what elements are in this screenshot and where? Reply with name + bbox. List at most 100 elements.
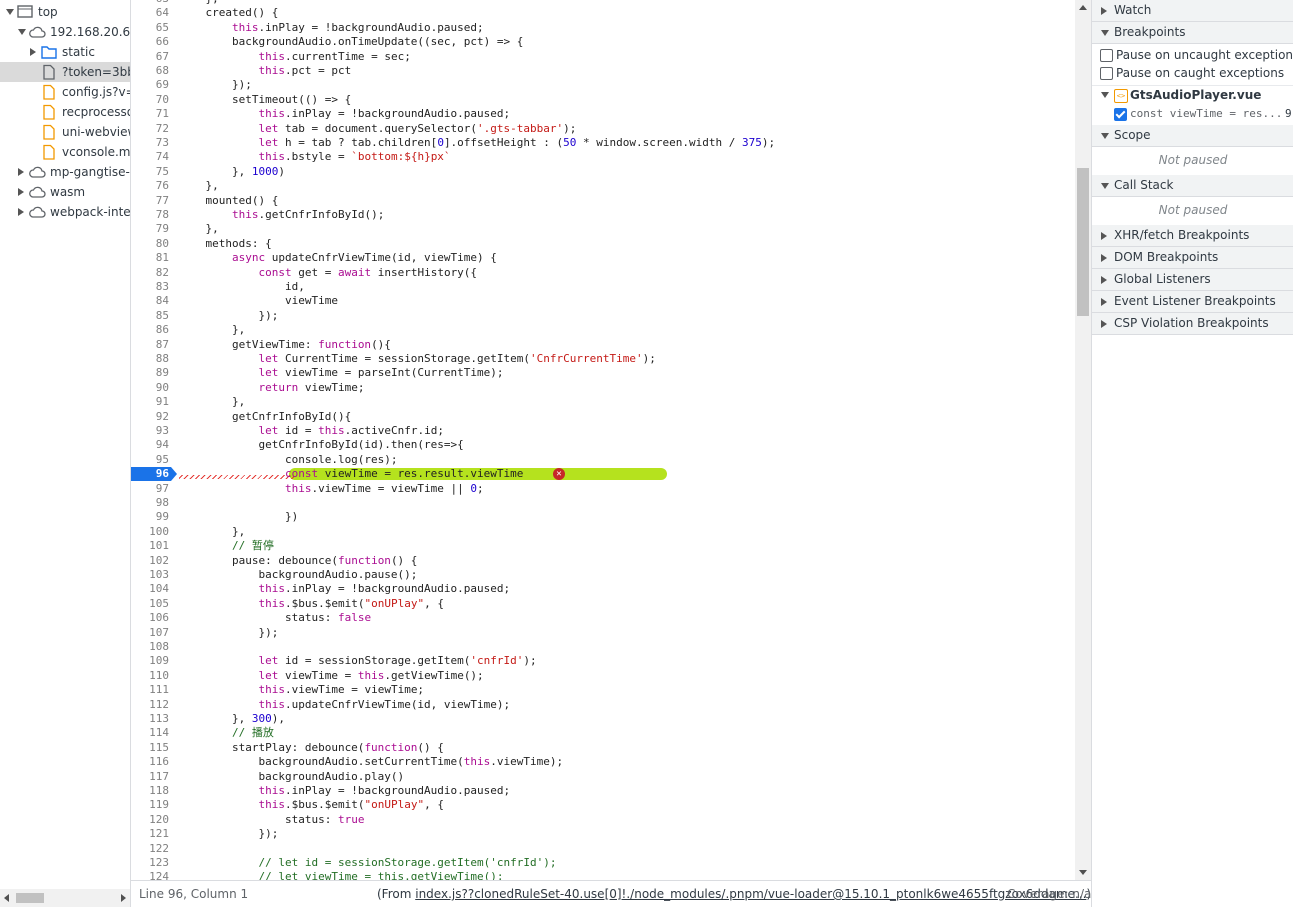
chevron-down-icon[interactable] [6, 9, 14, 15]
scope-section-header[interactable]: Scope [1092, 125, 1293, 147]
code-line[interactable]: 119 this.$bus.$emit("onUPlay", { [131, 798, 1075, 812]
line-number[interactable]: 84 [131, 294, 169, 308]
scroll-up-icon[interactable] [1079, 5, 1087, 10]
code-line[interactable]: 112 this.updateCnfrViewTime(id, viewTime… [131, 698, 1075, 712]
source-editor[interactable]: 63 },64 created() {65 this.inPlay = !bac… [131, 0, 1075, 880]
line-number[interactable]: 72 [131, 122, 169, 136]
navigator-item[interactable]: config.js?v=( [0, 82, 130, 102]
scroll-right-icon[interactable] [121, 894, 126, 902]
scrollbar-thumb[interactable] [1077, 168, 1089, 316]
navigator-scrollbar[interactable] [0, 889, 130, 907]
code-line[interactable]: 77 mounted() { [131, 194, 1075, 208]
code-line[interactable]: 92 getCnfrInfoById(){ [131, 410, 1075, 424]
scroll-left-icon[interactable] [4, 894, 9, 902]
navigator-item[interactable]: 192.168.20.64:8 [0, 22, 130, 42]
line-number[interactable]: 90 [131, 381, 169, 395]
global-listeners-header[interactable]: Global Listeners [1092, 269, 1293, 291]
line-number[interactable]: 121 [131, 827, 169, 841]
xhr-breakpoints-header[interactable]: XHR/fetch Breakpoints [1092, 225, 1293, 247]
navigator-item[interactable]: vconsole.min [0, 142, 130, 162]
line-number[interactable]: 86 [131, 323, 169, 337]
line-number[interactable]: 85 [131, 309, 169, 323]
line-number[interactable]: 96 [131, 467, 169, 481]
code-line[interactable]: 107 }); [131, 626, 1075, 640]
code-line[interactable]: 106 status: false [131, 611, 1075, 625]
editor-scrollbar[interactable] [1075, 0, 1091, 880]
line-number[interactable]: 67 [131, 50, 169, 64]
scroll-down-icon[interactable] [1079, 870, 1087, 875]
navigator-item[interactable]: webpack-interr [0, 202, 130, 222]
code-line[interactable]: 89 let viewTime = parseInt(CurrentTime); [131, 366, 1075, 380]
code-line[interactable]: 111 this.viewTime = viewTime; [131, 683, 1075, 697]
line-number[interactable]: 71 [131, 107, 169, 121]
code-line[interactable]: 88 let CurrentTime = sessionStorage.getI… [131, 352, 1075, 366]
code-line[interactable]: 83 id, [131, 280, 1075, 294]
chevron-right-icon[interactable] [18, 208, 24, 216]
code-line[interactable]: 110 let viewTime = this.getViewTime(); [131, 669, 1075, 683]
line-number[interactable]: 78 [131, 208, 169, 222]
breakpoints-section-header[interactable]: Breakpoints [1092, 22, 1293, 44]
code-line[interactable]: 76 }, [131, 179, 1075, 193]
line-number[interactable]: 83 [131, 280, 169, 294]
code-line[interactable]: 94 getCnfrInfoById(id).then(res=>{ [131, 438, 1075, 452]
code-line[interactable]: 113 }, 300), [131, 712, 1075, 726]
line-number[interactable]: 98 [131, 496, 169, 510]
line-number[interactable]: 68 [131, 64, 169, 78]
code-line[interactable]: 104 this.inPlay = !backgroundAudio.pause… [131, 582, 1075, 596]
navigator-item[interactable]: wasm [0, 182, 130, 202]
code-line[interactable]: 64 created() { [131, 6, 1075, 20]
line-number[interactable]: 69 [131, 78, 169, 92]
line-number[interactable]: 117 [131, 770, 169, 784]
line-number[interactable]: 113 [131, 712, 169, 726]
code-line[interactable]: 118 this.inPlay = !backgroundAudio.pause… [131, 784, 1075, 798]
code-line[interactable]: 70 setTimeout(() => { [131, 93, 1075, 107]
pause-caught-checkbox[interactable] [1100, 67, 1113, 80]
code-line[interactable]: 98 [131, 496, 1075, 510]
code-line[interactable]: 96 const viewTime = res.result.viewTime ✕ [131, 467, 1075, 482]
code-line[interactable]: 67 this.currentTime = sec; [131, 50, 1075, 64]
code-line[interactable]: 66 backgroundAudio.onTimeUpdate((sec, pc… [131, 35, 1075, 49]
code-line[interactable]: 121 }); [131, 827, 1075, 841]
line-number[interactable]: 106 [131, 611, 169, 625]
chevron-right-icon[interactable] [30, 48, 36, 56]
code-line[interactable]: 123 // let id = sessionStorage.getItem('… [131, 856, 1075, 870]
line-number[interactable]: 97 [131, 482, 169, 496]
csp-violation-breakpoints-header[interactable]: CSP Violation Breakpoints [1092, 313, 1293, 335]
navigator-item[interactable]: ?token=3bb [0, 62, 130, 82]
code-line[interactable]: 102 pause: debounce(function() { [131, 554, 1075, 568]
code-line[interactable]: 79 }, [131, 222, 1075, 236]
line-number[interactable]: 108 [131, 640, 169, 654]
event-listener-breakpoints-header[interactable]: Event Listener Breakpoints [1092, 291, 1293, 313]
line-number[interactable]: 100 [131, 525, 169, 539]
line-number[interactable]: 77 [131, 194, 169, 208]
line-number[interactable]: 104 [131, 582, 169, 596]
code-line[interactable]: 122 [131, 842, 1075, 856]
line-number[interactable]: 93 [131, 424, 169, 438]
line-number[interactable]: 74 [131, 150, 169, 164]
code-line[interactable]: 72 let tab = document.querySelector('.gt… [131, 122, 1075, 136]
line-number[interactable]: 81 [131, 251, 169, 265]
breakpoint-code-snippet[interactable]: const viewTime = res... [1130, 107, 1282, 120]
line-number[interactable]: 94 [131, 438, 169, 452]
line-number[interactable]: 92 [131, 410, 169, 424]
code-line[interactable]: 75 }, 1000) [131, 165, 1075, 179]
line-number[interactable]: 124 [131, 870, 169, 880]
line-number[interactable]: 87 [131, 338, 169, 352]
navigator-item[interactable]: mp-gangtise-w [0, 162, 130, 182]
code-line[interactable]: 65 this.inPlay = !backgroundAudio.paused… [131, 21, 1075, 35]
code-line[interactable]: 97 this.viewTime = viewTime || 0; [131, 482, 1075, 496]
code-line[interactable]: 120 status: true [131, 813, 1075, 827]
code-line[interactable]: 87 getViewTime: function(){ [131, 338, 1075, 352]
line-number[interactable]: 116 [131, 755, 169, 769]
line-number[interactable]: 119 [131, 798, 169, 812]
code-line[interactable]: 124 // let viewTime = this.getViewTime()… [131, 870, 1075, 880]
line-number[interactable]: 73 [131, 136, 169, 150]
chevron-down-icon[interactable] [1101, 92, 1109, 98]
line-number[interactable]: 91 [131, 395, 169, 409]
line-number[interactable]: 107 [131, 626, 169, 640]
line-number[interactable]: 99 [131, 510, 169, 524]
code-line[interactable]: 82 const get = await insertHistory({ [131, 266, 1075, 280]
code-line[interactable]: 90 return viewTime; [131, 381, 1075, 395]
line-number[interactable]: 120 [131, 813, 169, 827]
code-line[interactable]: 117 backgroundAudio.play() [131, 770, 1075, 784]
